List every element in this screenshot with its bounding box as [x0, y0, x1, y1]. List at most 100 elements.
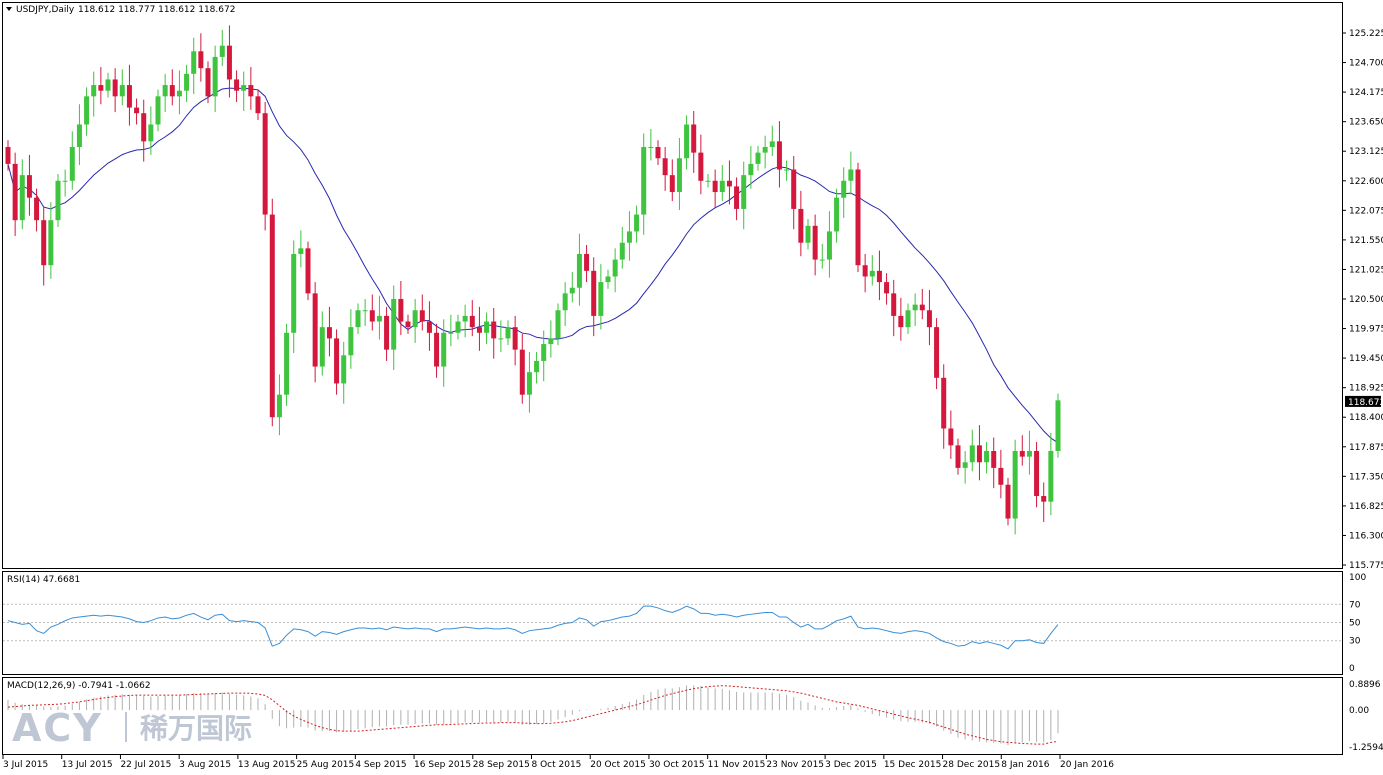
date-tick-label: 3 Aug 2015: [179, 760, 231, 770]
price-tick-label: 116.300: [1349, 531, 1383, 541]
candle-body: [255, 96, 261, 114]
candle-body: [462, 315, 468, 322]
candle-body: [605, 276, 611, 283]
candle-body: [734, 186, 740, 209]
date-tick-label: 25 Aug 2015: [297, 760, 355, 770]
candle-body: [705, 180, 711, 182]
candle-body: [691, 124, 697, 153]
candle-body: [948, 428, 954, 446]
date-tick-label: 20 Jan 2016: [1060, 760, 1114, 770]
candle-body: [848, 169, 854, 181]
candle-body: [719, 180, 725, 193]
date-tick-label: 3 Jul 2015: [3, 760, 48, 770]
candle-body: [91, 85, 97, 97]
candle-body: [148, 124, 154, 142]
date-tick-label: 8 Oct 2015: [532, 760, 582, 770]
candle-body: [769, 141, 775, 147]
candle-body: [634, 214, 640, 232]
candle-body: [562, 293, 568, 311]
rsi-tick-label: 50: [1349, 619, 1361, 629]
candle-body: [84, 96, 90, 125]
date-tick-label: 3 Dec 2015: [825, 760, 877, 770]
price-tick-label: 124.700: [1349, 59, 1383, 69]
candle-body: [498, 338, 504, 340]
candle-body: [912, 304, 918, 311]
candle-body: [676, 158, 682, 193]
candle-body: [762, 147, 768, 153]
candle-body: [976, 445, 982, 463]
candle-body: [884, 282, 890, 294]
price-axis: 125.225 124.700 124.175 123.650 123.125 122.6…: [1342, 29, 1383, 571]
candle-body: [455, 321, 461, 333]
candle-body: [34, 197, 40, 221]
price-tick-label: 118.400: [1349, 413, 1383, 423]
candle-body: [419, 310, 425, 322]
price-tick-label: 119.450: [1349, 354, 1383, 364]
candle-body: [105, 79, 111, 91]
candle-body: [791, 169, 797, 209]
price-tick-label: 120.500: [1349, 295, 1383, 305]
candle-body: [305, 248, 311, 294]
rsi-tick-label: 100: [1349, 573, 1366, 583]
candle-body: [155, 96, 161, 125]
macd-tick-label: 0.00: [1349, 706, 1369, 716]
date-tick-label: 8 Jan 2016: [1001, 760, 1049, 770]
candle-body: [612, 259, 618, 277]
price-tick-label: 117.350: [1349, 472, 1383, 482]
candle-body: [998, 467, 1004, 485]
candle-body: [405, 321, 411, 328]
candle-body: [926, 310, 932, 328]
candle-body: [962, 462, 968, 468]
candle-body: [591, 270, 597, 316]
candle-body: [619, 242, 625, 260]
candle-body: [234, 79, 240, 91]
candle-body: [219, 45, 225, 57]
candle-body: [819, 259, 825, 261]
candle-body: [98, 85, 104, 91]
candle-body: [134, 107, 140, 114]
candle-body: [484, 321, 490, 333]
price-tick-label: 122.600: [1349, 177, 1383, 187]
candle-body: [262, 113, 268, 215]
candle-body: [555, 310, 561, 339]
candle-body: [298, 248, 304, 254]
candle-body: [1012, 451, 1018, 519]
candle-body: [248, 85, 254, 97]
candle-body: [526, 372, 532, 395]
candle-body: [226, 45, 232, 80]
candle-body: [284, 332, 290, 395]
candle-body: [276, 394, 282, 418]
candle-body: [119, 85, 125, 97]
candle-body: [269, 214, 275, 418]
candle-body: [434, 332, 440, 367]
candle-body: [898, 315, 904, 328]
candle-body: [862, 265, 868, 277]
rsi-tick-label: 70: [1349, 600, 1361, 610]
candle-body: [126, 85, 132, 108]
candle-body: [48, 220, 54, 266]
candle-body: [184, 73, 190, 91]
candle-body: [805, 225, 811, 243]
date-tick-label: 28 Sep 2015: [473, 760, 530, 770]
candle-body: [748, 163, 754, 176]
candle-body: [191, 51, 197, 74]
candle-body: [584, 253, 590, 271]
candle-body: [469, 315, 475, 328]
candle-body: [1055, 400, 1061, 451]
macd-tick-label: -1.2594: [1349, 743, 1383, 753]
candle-body: [41, 220, 47, 266]
price-tick-label: 119.975: [1349, 325, 1383, 335]
svg-text:稀万国际: 稀万国际: [140, 712, 252, 745]
price-tick-label: 116.825: [1349, 502, 1383, 512]
candle-body: [1005, 484, 1011, 519]
candle-body: [698, 152, 704, 181]
date-tick-label: 28 Dec 2015: [943, 760, 1001, 770]
candle-body: [798, 208, 804, 243]
date-tick-label: 22 Jul 2015: [120, 760, 171, 770]
candle-body: [369, 310, 375, 322]
candle-body: [348, 327, 354, 356]
candle-body: [169, 85, 175, 97]
candle-body: [505, 327, 511, 339]
date-tick-label: 11 Nov 2015: [708, 760, 766, 770]
candle-body: [384, 315, 390, 350]
